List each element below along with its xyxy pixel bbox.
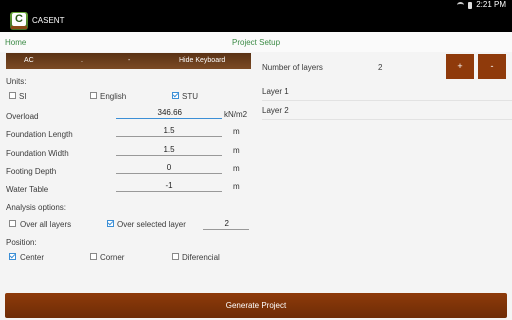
overload-unit: kN/m2 [224,110,248,119]
over-all-layers-checkbox[interactable] [9,220,16,227]
footing-depth-label: Footing Depth [6,167,57,176]
key-dot-button[interactable]: . [81,57,83,64]
layer-1-label: Layer 1 [262,87,289,96]
unit-stu-label: STU [182,92,198,101]
layer-list-item[interactable]: Layer 2 [262,102,512,120]
status-time: 2:21 PM [476,0,506,9]
wifi-icon [457,2,465,8]
unit-si-label: SI [19,92,27,101]
footing-depth-input[interactable]: 0 [116,162,222,174]
key-ac-button[interactable]: AC [24,57,34,64]
position-center-label: Center [20,253,45,262]
number-of-layers-value: 2 [378,63,383,72]
status-bar: 2:21 PM [0,0,512,10]
analysis-options-label: Analysis options: [6,203,67,212]
overload-input[interactable]: 346.66 [116,107,222,119]
keyboard-bar: AC . - Hide Keyboard [6,53,251,69]
water-table-unit: m [233,182,240,191]
over-all-layers-label: Over all layers [20,220,72,229]
foundation-length-label: Foundation Length [6,130,73,139]
generate-project-button[interactable]: Generate Project [5,293,507,318]
position-corner-checkbox[interactable] [90,253,97,260]
position-diferencial-checkbox[interactable] [172,253,179,260]
units-label: Units: [6,77,27,86]
overload-label: Overload [6,112,39,121]
foundation-width-unit: m [233,146,240,155]
layer-2-label: Layer 2 [262,106,289,115]
action-bar [0,10,512,32]
foundation-length-input[interactable]: 1.5 [116,125,222,137]
battery-icon [468,1,473,9]
foundation-length-unit: m [233,127,240,136]
unit-stu-checkbox[interactable] [172,92,179,99]
hide-keyboard-button[interactable]: Hide Keyboard [179,57,225,64]
position-center-checkbox[interactable] [9,253,16,260]
app-title: CASENT [32,16,65,25]
foundation-width-label: Foundation Width [6,149,69,158]
layer-list-item[interactable]: Layer 1 [262,83,512,101]
position-corner-label: Corner [100,253,125,262]
position-diferencial-label: Diferencial [182,253,220,262]
remove-layer-button[interactable]: - [478,54,506,79]
key-minus-button[interactable]: - [128,57,130,64]
water-table-label: Water Table [6,185,49,194]
app-logo-icon: C [10,12,28,30]
selected-layer-input[interactable]: 2 [203,218,249,230]
unit-english-checkbox[interactable] [90,92,97,99]
over-selected-layer-checkbox[interactable] [107,220,114,227]
unit-si-checkbox[interactable] [9,92,16,99]
footing-depth-unit: m [233,164,240,173]
layers-panel: Number of layers 2 + - Layer 1 Layer 2 [256,53,512,293]
foundation-width-input[interactable]: 1.5 [116,144,222,156]
over-selected-layer-label: Over selected layer [117,220,186,229]
home-link[interactable]: Home [5,38,26,47]
status-right: 2:21 PM [457,0,506,10]
water-table-input[interactable]: -1 [116,180,222,192]
number-of-layers-label: Number of layers [262,63,323,72]
top-nav: Home Project Setup [0,32,512,52]
page-title: Project Setup [232,38,281,47]
unit-english-label: English [100,92,127,101]
add-layer-button[interactable]: + [446,54,474,79]
position-label: Position: [6,238,37,247]
